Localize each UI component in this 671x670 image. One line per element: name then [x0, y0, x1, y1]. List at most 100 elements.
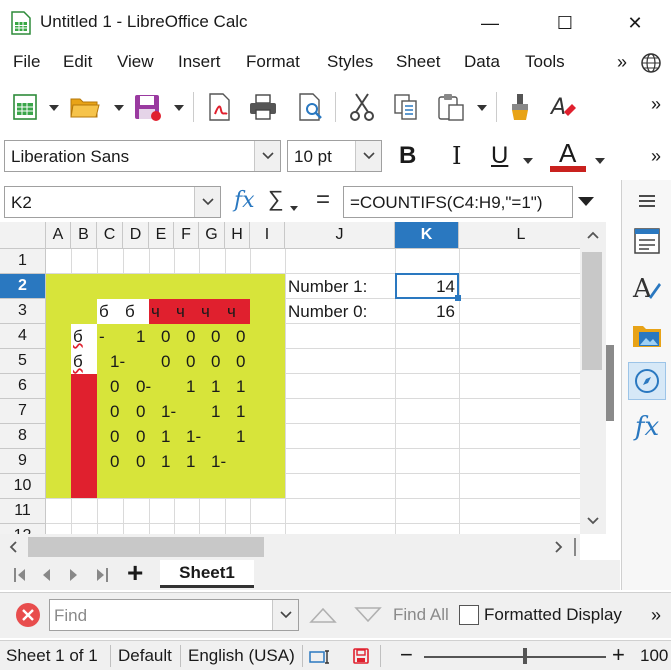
page-style[interactable]: Default [118, 646, 172, 666]
maximize-button[interactable]: ☐ [540, 0, 590, 46]
column-header-f[interactable]: F [174, 222, 199, 249]
column-header-g[interactable]: G [199, 222, 225, 249]
paste-dropdown-arrow[interactable] [477, 105, 487, 111]
cell-i6[interactable]: 1 [236, 374, 245, 399]
menu-edit[interactable]: Edit [63, 52, 92, 72]
column-header-i[interactable]: I [250, 222, 285, 249]
find-next-icon[interactable] [353, 605, 383, 630]
scroll-down-arrow[interactable] [580, 508, 606, 534]
first-sheet-icon[interactable] [12, 566, 28, 589]
clear-formatting-icon[interactable]: A [546, 90, 580, 124]
cell-g4[interactable]: 0 [186, 324, 195, 349]
gallery-icon[interactable] [628, 316, 666, 354]
cell-c5[interactable]: 1- [110, 349, 125, 374]
find-input[interactable]: Find [49, 599, 299, 631]
scroll-up-arrow[interactable] [580, 222, 606, 248]
menu-styles[interactable]: Styles [327, 52, 373, 72]
minimize-button[interactable]: — [465, 0, 515, 46]
paste-icon[interactable] [434, 90, 468, 124]
add-sheet-button[interactable]: + [127, 557, 143, 589]
column-header-h[interactable]: H [225, 222, 250, 249]
cell-d3[interactable]: б [125, 299, 135, 324]
menu-tools[interactable]: Tools [525, 52, 565, 72]
horizontal-scrollbar[interactable] [0, 534, 580, 560]
horizontal-scroll-thumb[interactable] [28, 537, 264, 557]
vertical-scroll-thumb[interactable] [582, 252, 602, 370]
cell-g5[interactable]: 0 [186, 349, 195, 374]
menu-data[interactable]: Data [464, 52, 500, 72]
font-size-box[interactable]: 10 pt [287, 140, 382, 172]
zoom-slider-track[interactable] [424, 656, 606, 658]
formatted-display-checkbox[interactable] [459, 605, 479, 625]
new-spreadsheet-icon[interactable] [8, 90, 42, 124]
next-sheet-icon[interactable] [68, 566, 80, 589]
cell-i7[interactable]: 1 [236, 399, 245, 424]
cell-g9[interactable]: 1- [211, 449, 226, 474]
cell-f5[interactable]: 0 [161, 349, 170, 374]
new-dropdown-arrow[interactable] [49, 105, 59, 111]
cell-h5[interactable]: 0 [211, 349, 220, 374]
column-header-a[interactable]: A [46, 222, 71, 249]
cell-e3[interactable]: ч [151, 299, 160, 324]
row-header-4[interactable]: 4 [0, 324, 46, 349]
font-size-dropdown[interactable] [355, 141, 381, 171]
name-box-dropdown[interactable] [194, 187, 220, 217]
cell-c3[interactable]: б [99, 299, 109, 324]
row-header-9[interactable]: 9 [0, 449, 46, 474]
cell-i8[interactable]: 1 [236, 424, 245, 449]
italic-button[interactable]: I [452, 142, 461, 170]
column-header-l[interactable]: L [459, 222, 580, 249]
formula-input[interactable]: =COUNTIFS(C4:H9,"=1") [343, 186, 573, 218]
cell-h6[interactable]: 1 [211, 374, 220, 399]
last-sheet-icon[interactable] [94, 566, 110, 589]
font-color-dropdown-arrow[interactable] [595, 158, 605, 164]
functions-icon[interactable]: fx [628, 408, 666, 446]
language-status[interactable]: English (USA) [188, 646, 295, 666]
cell-i5[interactable]: 0 [236, 349, 245, 374]
column-header-c[interactable]: C [97, 222, 123, 249]
column-header-k[interactable]: K [395, 222, 459, 249]
menu-format[interactable]: Format [246, 52, 300, 72]
cell-h7[interactable]: 1 [211, 399, 220, 424]
underline-dropdown-arrow[interactable] [523, 158, 533, 164]
cell-d6[interactable]: 0- [136, 374, 151, 399]
print-preview-icon[interactable] [294, 90, 328, 124]
zoom-level[interactable]: 100 [640, 646, 668, 666]
fill-handle[interactable] [455, 295, 461, 301]
selected-cell-k2[interactable] [395, 273, 459, 299]
row-header-8[interactable]: 8 [0, 424, 46, 449]
navigator-icon[interactable] [628, 362, 666, 400]
cell-d7[interactable]: 0 [136, 399, 145, 424]
cell-b5[interactable]: б [73, 349, 83, 374]
cell-f9[interactable]: 1 [186, 449, 195, 474]
sum-dropdown-arrow[interactable] [290, 206, 298, 211]
scroll-splitter[interactable] [574, 538, 576, 556]
row-header-6[interactable]: 6 [0, 374, 46, 399]
cell-g6[interactable]: 1 [186, 374, 195, 399]
menu-sheet[interactable]: Sheet [396, 52, 440, 72]
cell-f3[interactable]: ч [176, 299, 185, 324]
save-icon[interactable] [130, 90, 164, 124]
cut-icon[interactable] [345, 90, 379, 124]
find-history-dropdown[interactable] [272, 600, 298, 630]
cell-e4[interactable]: 1 [136, 324, 145, 349]
close-find-bar-icon[interactable] [14, 601, 42, 634]
cell-e7[interactable]: 1- [161, 399, 176, 424]
cell-e9[interactable]: 1 [161, 449, 170, 474]
font-name-dropdown[interactable] [254, 141, 280, 171]
save-dropdown-arrow[interactable] [174, 105, 184, 111]
cell-c4[interactable]: - [99, 324, 105, 349]
sidebar-menu-icon[interactable] [628, 182, 666, 220]
document-modified-icon[interactable] [353, 648, 369, 669]
menu-file[interactable]: File [13, 52, 40, 72]
equals-button[interactable]: = [316, 186, 330, 214]
row-header-10[interactable]: 10 [0, 474, 46, 499]
row-header-7[interactable]: 7 [0, 399, 46, 424]
cell-j3[interactable]: Number 0: [288, 299, 367, 324]
cell-i4[interactable]: 0 [236, 324, 245, 349]
menu-insert[interactable]: Insert [178, 52, 221, 72]
cell-e8[interactable]: 1 [161, 424, 170, 449]
cell-f4[interactable]: 0 [161, 324, 170, 349]
function-wizard-button[interactable]: fx [234, 188, 255, 213]
column-header-b[interactable]: B [71, 222, 97, 249]
